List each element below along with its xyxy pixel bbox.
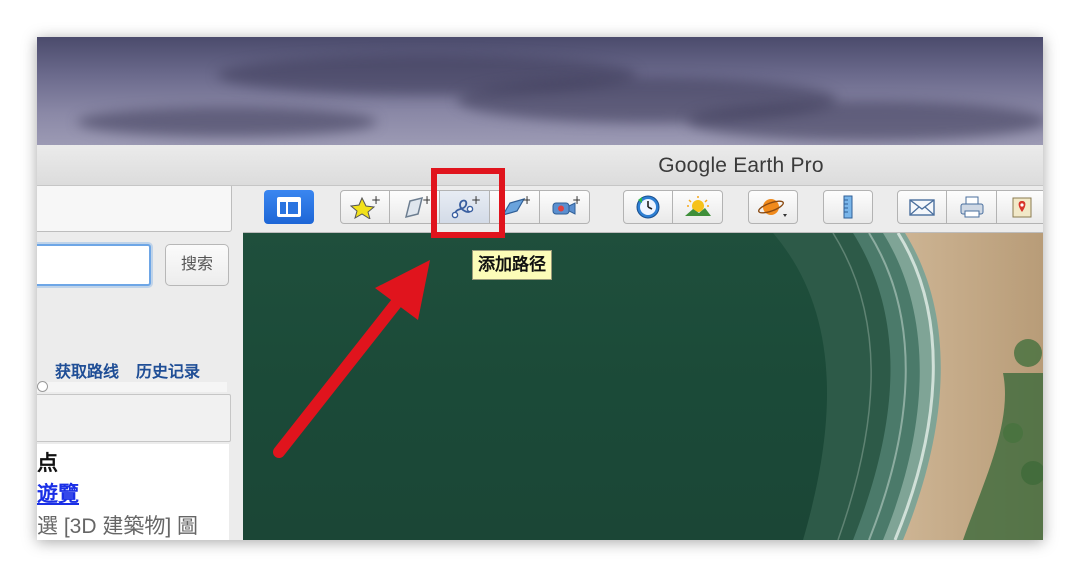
app-window: Google Earth Pro 搜索 获取路线 历史记录 点 遊覽 選 [3D …: [37, 37, 1043, 540]
svg-text:+: +: [371, 195, 380, 207]
placemark-icon: +: [350, 195, 380, 219]
history-link[interactable]: 历史记录: [136, 364, 200, 381]
sky-backdrop: [37, 37, 1043, 145]
places-hint-text: 選 [3D 建築物] 圖: [37, 515, 199, 538]
ruler-icon: [843, 195, 853, 219]
earth-map-view[interactable]: [243, 233, 1043, 540]
sunlight-button[interactable]: [673, 190, 723, 224]
historical-imagery-button[interactable]: [623, 190, 673, 224]
places-item-text: 点: [37, 452, 58, 475]
record-tour-button[interactable]: +: [540, 190, 590, 224]
envelope-icon: [909, 199, 935, 216]
search-panel-header: [37, 186, 232, 232]
window-title: Google Earth Pro: [658, 154, 824, 177]
printer-icon: [960, 196, 983, 218]
add-placemark-button[interactable]: +: [340, 190, 390, 224]
sidebar-toggle-button[interactable]: [264, 190, 314, 224]
clock-icon: [636, 195, 660, 219]
places-panel-header: [37, 394, 231, 442]
sidebar: 搜索 获取路线 历史记录 点 遊覽 選 [3D 建築物] 圖: [37, 186, 242, 540]
svg-text:+: +: [422, 195, 430, 207]
panel-divider: [37, 382, 227, 392]
title-bar: Google Earth Pro: [37, 145, 1043, 186]
planet-icon: [758, 199, 787, 217]
view-in-maps-button[interactable]: [997, 190, 1043, 224]
sidebar-icon: [277, 197, 301, 217]
email-button[interactable]: [897, 190, 947, 224]
map-icon: [1012, 197, 1031, 218]
polygon-icon: +: [404, 195, 430, 219]
toolbar: + + + + +: [243, 186, 1043, 233]
get-directions-link[interactable]: 获取路线: [55, 364, 119, 381]
ruler-button[interactable]: [823, 190, 873, 224]
search-input[interactable]: [37, 244, 151, 286]
path-button-highlight: [431, 168, 505, 238]
svg-text:+: +: [572, 195, 580, 207]
search-button[interactable]: 搜索: [165, 244, 229, 286]
sun-icon: [684, 196, 711, 216]
satellite-imagery: [773, 233, 1043, 540]
camera-icon: +: [552, 195, 580, 215]
add-path-tooltip: 添加路径: [472, 250, 552, 280]
svg-text:+: +: [522, 195, 530, 207]
switch-planet-button[interactable]: [748, 190, 798, 224]
resize-handle[interactable]: [37, 381, 48, 392]
search-links: 获取路线 历史记录: [55, 358, 217, 382]
tour-link[interactable]: 遊覽: [37, 478, 79, 508]
print-button[interactable]: [947, 190, 997, 224]
